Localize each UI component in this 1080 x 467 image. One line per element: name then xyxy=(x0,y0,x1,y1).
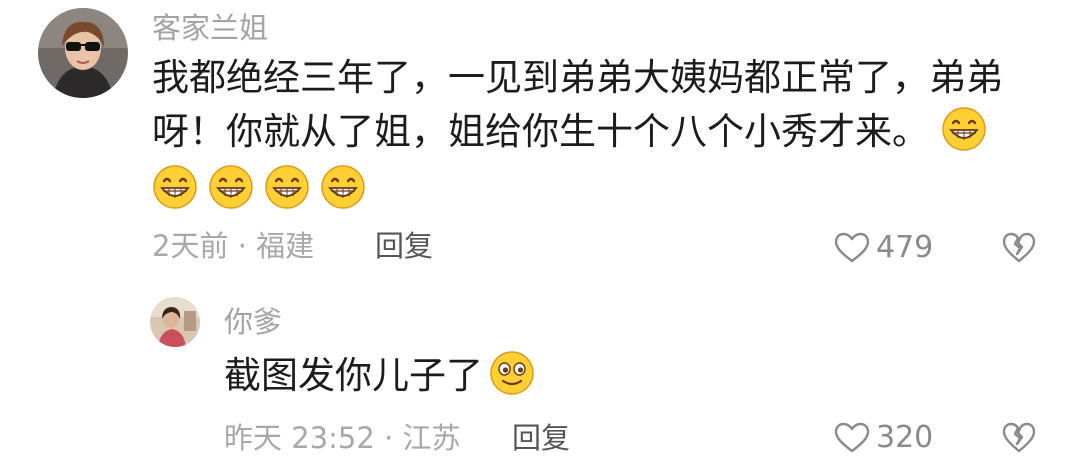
like-button[interactable]: 479 xyxy=(834,230,933,266)
heart-icon xyxy=(834,422,870,453)
comment-text: 我都绝经三年了，一见到弟弟大姨妈都正常了，弟弟 呀！你就从了姐，姐给你生十个八个… xyxy=(152,51,1052,217)
grin-emoji-icon xyxy=(941,106,987,152)
heart-icon xyxy=(834,232,870,263)
avatar[interactable] xyxy=(38,8,128,98)
reply-comment-item: 你爹 截图发你儿子了 昨天 23:52 · 江苏 回复 320 xyxy=(0,280,1080,467)
grin-emoji-icon xyxy=(208,164,254,210)
username[interactable]: 你爹 xyxy=(224,304,282,340)
comment-meta: 2天前 · 福建 xyxy=(152,229,315,263)
comment-item: 客家兰姐 我都绝经三年了，一见到弟弟大姨妈都正常了，弟弟 呀！你就从了姐，姐给你… xyxy=(0,0,1080,280)
like-count: 320 xyxy=(876,420,934,455)
grin-emoji-icon xyxy=(152,164,198,210)
like-count: 479 xyxy=(876,230,934,265)
username[interactable]: 客家兰姐 xyxy=(152,10,268,46)
reply-button[interactable]: 回复 xyxy=(375,228,433,264)
broken-heart-icon xyxy=(1002,232,1036,263)
comment-text: 截图发你儿子了 xyxy=(224,349,545,403)
emoji-row xyxy=(152,163,1052,217)
comment-text-line: 我都绝经三年了，一见到弟弟大姨妈都正常了，弟弟 xyxy=(152,56,1003,99)
avatar[interactable] xyxy=(150,297,200,347)
dislike-button[interactable] xyxy=(1002,422,1036,454)
reply-button[interactable]: 回复 xyxy=(512,420,570,456)
grin-emoji-icon xyxy=(264,164,310,210)
broken-heart-icon xyxy=(1002,422,1036,453)
comment-text-line: 截图发你儿子了 xyxy=(224,354,483,397)
dislike-button[interactable] xyxy=(1002,232,1036,264)
smile-emoji-icon xyxy=(489,350,535,396)
comment-text-line: 呀！你就从了姐，姐给你生十个八个小秀才来。 xyxy=(152,110,929,153)
comment-thread: 客家兰姐 我都绝经三年了，一见到弟弟大姨妈都正常了，弟弟 呀！你就从了姐，姐给你… xyxy=(0,0,1080,467)
like-button[interactable]: 320 xyxy=(834,420,933,456)
comment-text-line-with-emoji: 呀！你就从了姐，姐给你生十个八个小秀才来。 xyxy=(152,105,1052,159)
comment-meta: 昨天 23:52 · 江苏 xyxy=(224,421,461,455)
grin-emoji-icon xyxy=(320,164,366,210)
